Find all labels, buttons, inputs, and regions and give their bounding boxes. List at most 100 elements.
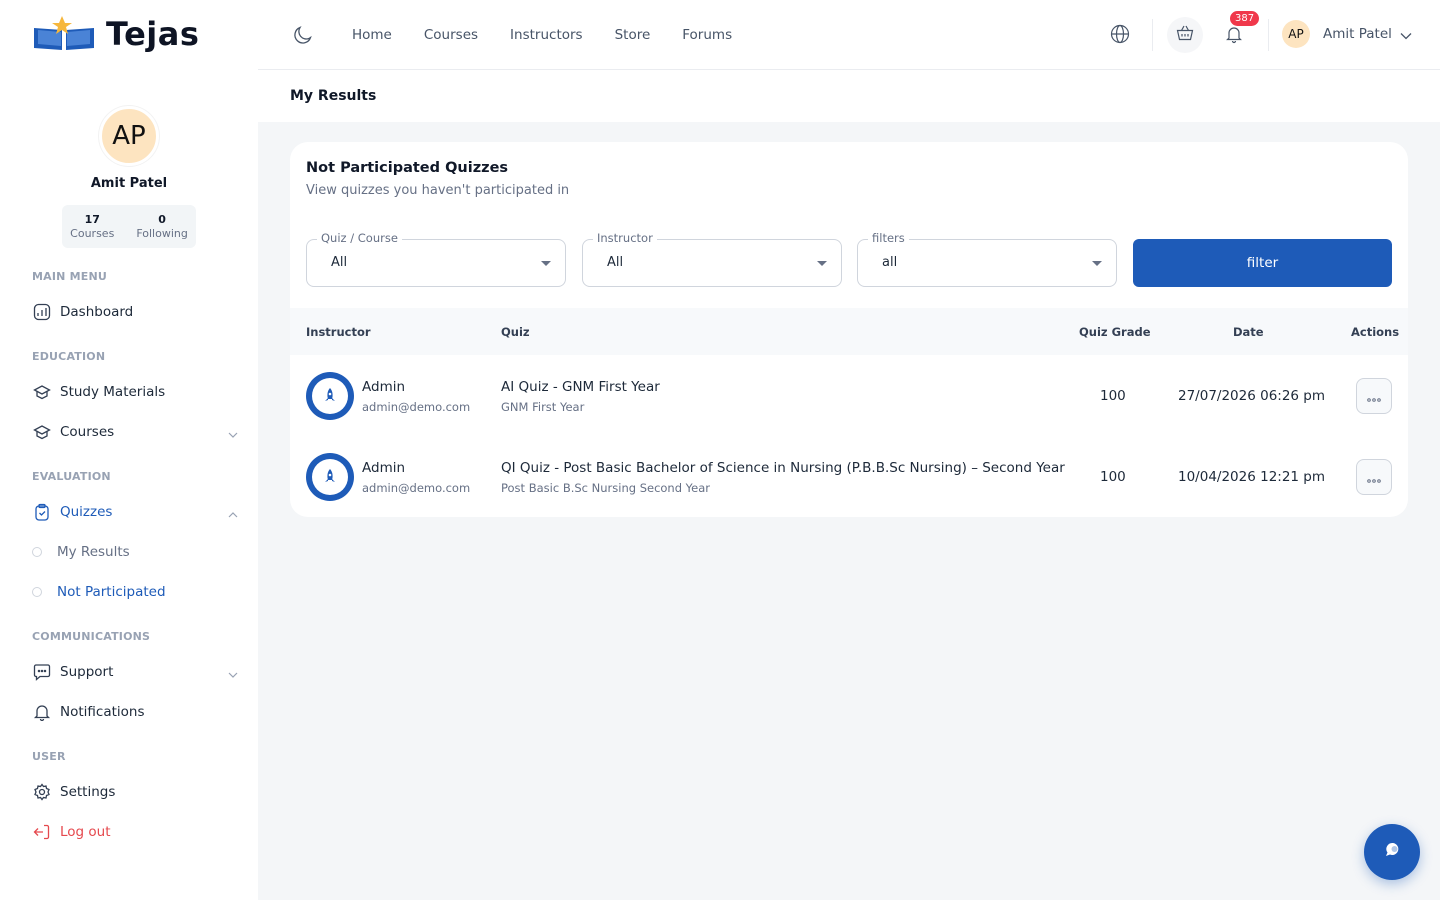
sidebar-item-dashboard[interactable]: Dashboard bbox=[0, 292, 258, 332]
chevron-down-icon bbox=[228, 666, 238, 682]
column-quiz: Quiz bbox=[501, 325, 530, 339]
field-value: All bbox=[607, 255, 624, 270]
field-label: filters bbox=[868, 231, 909, 245]
rocket-icon bbox=[312, 378, 348, 414]
quiz-title[interactable]: AI Quiz - GNM First Year bbox=[501, 379, 660, 395]
field-label: Instructor bbox=[593, 231, 657, 245]
graduation-cap-icon bbox=[32, 382, 52, 402]
sidebar-subitem-my-results[interactable]: My Results bbox=[0, 532, 258, 572]
field-value: all bbox=[882, 255, 898, 270]
globe-icon[interactable] bbox=[1110, 24, 1130, 48]
bell-icon[interactable] bbox=[1224, 24, 1244, 48]
filter-button[interactable]: filter bbox=[1133, 239, 1392, 287]
sidebar: Tejas AP Amit Patel 17 Courses 0 Followi… bbox=[0, 0, 258, 900]
column-date: Date bbox=[1233, 325, 1264, 339]
actions-button[interactable] bbox=[1356, 459, 1392, 495]
sidebar-item-study-materials[interactable]: Study Materials bbox=[0, 372, 258, 412]
sidebar-item-label: Settings bbox=[60, 784, 116, 800]
header-divider bbox=[1152, 19, 1153, 51]
clipboard-check-icon bbox=[32, 502, 52, 522]
brand-logo[interactable]: Tejas bbox=[32, 14, 199, 54]
sidebar-item-quizzes[interactable]: Quizzes bbox=[0, 492, 258, 532]
nav-home[interactable]: Home bbox=[352, 27, 392, 43]
more-icon bbox=[1367, 387, 1381, 406]
brand-name: Tejas bbox=[106, 15, 200, 53]
chat-button[interactable] bbox=[1364, 824, 1420, 880]
caret-down-icon bbox=[1092, 261, 1102, 266]
nav-instructors[interactable]: Instructors bbox=[510, 27, 583, 43]
dashboard-icon bbox=[32, 302, 52, 322]
field-value: All bbox=[331, 255, 348, 270]
quiz-grade: 100 bbox=[1100, 388, 1126, 404]
bullet-icon bbox=[32, 547, 42, 557]
nav-courses[interactable]: Courses bbox=[424, 27, 478, 43]
page-title: My Results bbox=[290, 88, 377, 104]
column-actions: Actions bbox=[1351, 325, 1400, 339]
sidebar-item-label: Dashboard bbox=[60, 304, 134, 320]
following-count: 0 bbox=[158, 213, 166, 226]
instructor-select[interactable]: Instructor All bbox=[582, 231, 842, 287]
instructor-avatar bbox=[306, 372, 354, 420]
user-menu[interactable]: AP Amit Patel bbox=[1282, 20, 1412, 48]
top-header: Home Courses Instructors Store Forums 38… bbox=[258, 0, 1440, 70]
sidebar-item-logout[interactable]: Log out bbox=[0, 812, 258, 852]
sidebar-item-label: Notifications bbox=[60, 704, 145, 720]
caret-down-icon bbox=[541, 261, 551, 266]
moon-icon[interactable] bbox=[292, 24, 314, 50]
card-title: Not Participated Quizzes bbox=[306, 160, 509, 176]
sidebar-item-support[interactable]: Support bbox=[0, 652, 258, 692]
sidebar-item-label: Not Participated bbox=[57, 584, 166, 600]
instructor-email: admin@demo.com bbox=[362, 400, 471, 414]
sidebar-item-label: My Results bbox=[57, 544, 130, 560]
section-education: EDUCATION bbox=[32, 350, 106, 363]
instructor-name: Admin bbox=[362, 379, 406, 395]
section-main-menu: MAIN MENU bbox=[32, 270, 107, 283]
cart-button[interactable] bbox=[1167, 17, 1203, 53]
avatar: AP bbox=[1282, 20, 1310, 48]
sidebar-item-settings[interactable]: Settings bbox=[0, 772, 258, 812]
quiz-title[interactable]: QI Quiz - Post Basic Bachelor of Science… bbox=[501, 460, 1065, 476]
filters-select[interactable]: filters all bbox=[857, 231, 1117, 287]
book-logo-icon bbox=[32, 14, 96, 54]
sidebar-item-courses[interactable]: Courses bbox=[0, 412, 258, 452]
chevron-up-icon bbox=[228, 506, 238, 522]
following-label: Following bbox=[136, 227, 188, 240]
nav-forums[interactable]: Forums bbox=[682, 27, 732, 43]
sidebar-item-label: Support bbox=[60, 664, 114, 680]
instructor-avatar bbox=[306, 453, 354, 501]
profile-avatar[interactable]: AP bbox=[99, 106, 159, 166]
more-icon bbox=[1367, 468, 1381, 487]
table-row[interactable]: Admin admin@demo.com AI Quiz - GNM First… bbox=[290, 355, 1408, 436]
sidebar-subitem-not-participated[interactable]: Not Participated bbox=[0, 572, 258, 612]
table-row[interactable]: Admin admin@demo.com QI Quiz - Post Basi… bbox=[290, 436, 1408, 517]
profile-card: AP Amit Patel 17 Courses 0 Following bbox=[0, 106, 258, 248]
quiz-grade: 100 bbox=[1100, 469, 1126, 485]
quiz-course: Post Basic B.Sc Nursing Second Year bbox=[501, 481, 711, 495]
graduation-cap-icon bbox=[32, 422, 52, 442]
profile-name: Amit Patel bbox=[90, 176, 168, 191]
bullet-icon bbox=[32, 587, 42, 597]
quiz-date: 27/07/2026 06:26 pm bbox=[1178, 388, 1326, 404]
sidebar-menu: MAIN MENU Dashboard EDUCATION Study Mate… bbox=[0, 268, 258, 852]
column-instructor: Instructor bbox=[306, 325, 371, 339]
table-header: Instructor Quiz Quiz Grade Date Actions bbox=[290, 308, 1408, 355]
courses-label: Courses bbox=[70, 227, 115, 240]
column-quiz-grade: Quiz Grade bbox=[1079, 325, 1151, 339]
instructor-name: Admin bbox=[362, 460, 406, 476]
courses-stat: 17 Courses bbox=[70, 213, 114, 240]
not-participated-card: Not Participated Quizzes View quizzes yo… bbox=[290, 142, 1408, 517]
quiz-date: 10/04/2026 12:21 pm bbox=[1178, 469, 1326, 485]
rocket-icon bbox=[312, 459, 348, 495]
sidebar-item-notifications[interactable]: Notifications bbox=[0, 692, 258, 732]
field-label: Quiz / Course bbox=[317, 231, 402, 245]
nav-store[interactable]: Store bbox=[615, 27, 651, 43]
caret-down-icon bbox=[817, 261, 827, 266]
sidebar-item-label: Quizzes bbox=[60, 504, 113, 520]
actions-button[interactable] bbox=[1356, 378, 1392, 414]
gear-icon bbox=[32, 782, 52, 802]
page-title-bar: My Results bbox=[258, 71, 1440, 122]
logout-icon bbox=[32, 822, 52, 842]
user-name: Amit Patel bbox=[1323, 26, 1392, 42]
quiz-course-select[interactable]: Quiz / Course All bbox=[306, 231, 566, 287]
card-subtitle: View quizzes you haven't participated in bbox=[306, 183, 570, 198]
